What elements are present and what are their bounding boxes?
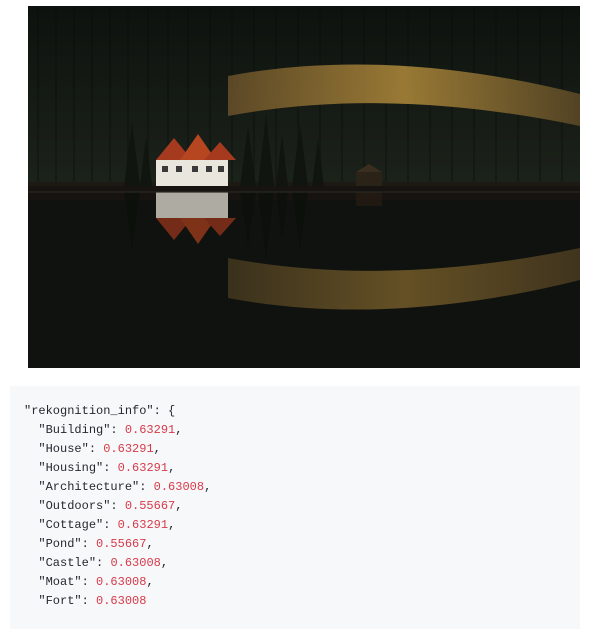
label-confidence: 0.63291 xyxy=(118,461,168,475)
json-label-line: "Building": 0.63291, xyxy=(24,421,566,440)
json-open-line: "rekognition_info": { xyxy=(24,402,566,421)
json-label-line: "Housing": 0.63291, xyxy=(24,459,566,478)
json-label-line: "Cottage": 0.63291, xyxy=(24,516,566,535)
label-name: Outdoors xyxy=(46,499,104,513)
label-confidence: 0.55667 xyxy=(125,499,175,513)
example-image xyxy=(28,6,580,368)
json-label-line: "Moat": 0.63008, xyxy=(24,573,566,592)
json-label-line: "Architecture": 0.63008, xyxy=(24,478,566,497)
label-confidence: 0.63008 xyxy=(96,575,146,589)
label-name: Fort xyxy=(46,594,75,608)
label-confidence: 0.63291 xyxy=(118,518,168,532)
json-label-line: "Outdoors": 0.55667, xyxy=(24,497,566,516)
label-confidence: 0.63291 xyxy=(125,423,175,437)
json-label-line: "House": 0.63291, xyxy=(24,440,566,459)
label-confidence: 0.63008 xyxy=(154,480,204,494)
label-name: Housing xyxy=(46,461,96,475)
rekognition-json-block: "rekognition_info": { "Building": 0.6329… xyxy=(10,386,580,629)
label-confidence: 0.63291 xyxy=(103,442,153,456)
label-confidence: 0.63008 xyxy=(110,556,160,570)
json-label-line: "Pond": 0.55667, xyxy=(24,535,566,554)
label-name: Moat xyxy=(46,575,75,589)
json-label-line: "Castle": 0.63008, xyxy=(24,554,566,573)
rekognition-key: rekognition_info xyxy=(31,404,146,418)
label-confidence: 0.55667 xyxy=(96,537,146,551)
json-label-line: "Fort": 0.63008 xyxy=(24,592,566,611)
label-name: House xyxy=(46,442,82,456)
label-name: Building xyxy=(46,423,104,437)
label-name: Pond xyxy=(46,537,75,551)
label-name: Castle xyxy=(46,556,89,570)
label-name: Cottage xyxy=(46,518,96,532)
label-confidence: 0.63008 xyxy=(96,594,146,608)
lake-house-illustration xyxy=(28,6,580,368)
label-name: Architecture xyxy=(46,480,132,494)
